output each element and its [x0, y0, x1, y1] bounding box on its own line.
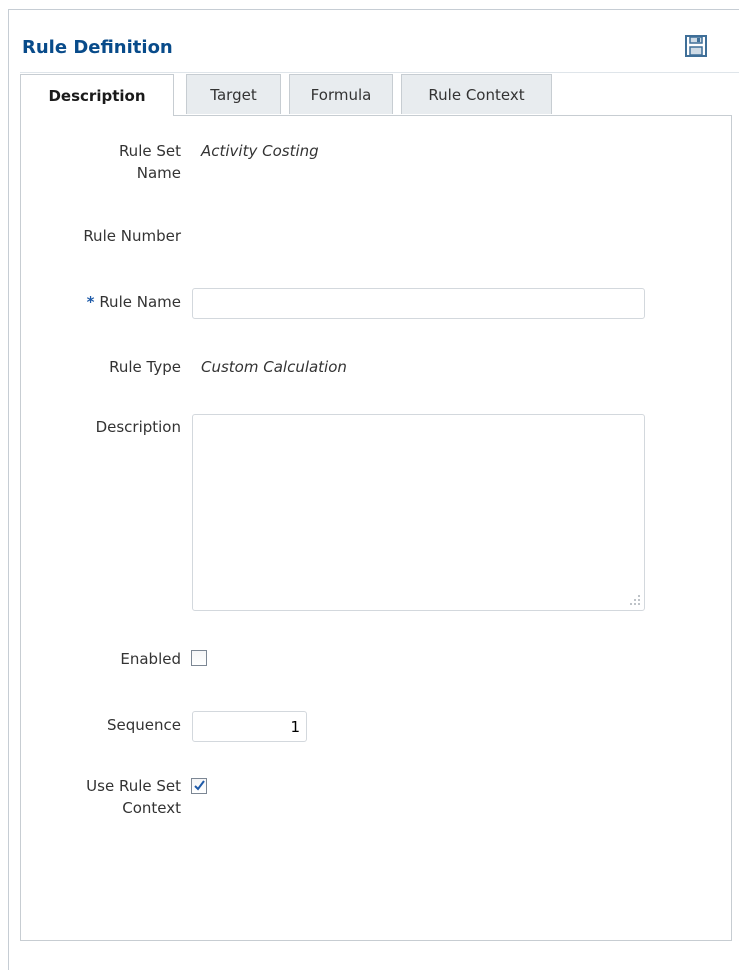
rule-set-name-label: Rule Set Name: [21, 140, 181, 184]
rule-type-value: Custom Calculation: [201, 358, 347, 376]
panel-title: Rule Definition: [22, 37, 173, 58]
description-tab-content: Rule Set Name Activity Costing Rule Numb…: [20, 115, 732, 941]
tab-bar: Description Target Formula Rule Context: [20, 74, 739, 116]
sequence-input[interactable]: [192, 711, 307, 742]
rule-name-input[interactable]: [192, 288, 645, 319]
use-rule-set-context-checkbox[interactable]: [191, 778, 207, 794]
sequence-label: Sequence: [107, 716, 181, 734]
rule-name-label-text: Rule Name: [99, 293, 181, 311]
use-rule-set-context-label-line2: Context: [122, 799, 181, 817]
save-icon[interactable]: [684, 34, 708, 58]
rule-set-name-label-line1: Rule Set: [118, 142, 181, 160]
rule-type-label: Rule Type: [109, 358, 181, 376]
tab-formula[interactable]: Formula: [289, 74, 393, 114]
enabled-label: Enabled: [120, 650, 181, 668]
panel-inner: Rule Definition Description Target Formu…: [20, 10, 739, 970]
description-textarea[interactable]: [192, 414, 645, 611]
tab-rule-context[interactable]: Rule Context: [401, 74, 552, 114]
rule-definition-panel: Rule Definition Description Target Formu…: [8, 9, 739, 970]
checkmark-icon: [194, 780, 205, 791]
required-marker: *: [86, 293, 95, 311]
resize-grip-icon[interactable]: [629, 594, 641, 606]
tab-target[interactable]: Target: [186, 74, 281, 114]
description-label: Description: [95, 418, 181, 436]
rule-set-name-label-line2: Name: [136, 164, 181, 182]
panel-header: Rule Definition: [20, 10, 739, 73]
rule-set-name-value: Activity Costing: [201, 142, 319, 160]
enabled-checkbox[interactable]: [191, 650, 207, 666]
rule-number-label: Rule Number: [83, 227, 181, 245]
tab-description[interactable]: Description: [20, 74, 174, 116]
use-rule-set-context-label: Use Rule Set Context: [21, 775, 181, 819]
rule-name-label: * Rule Name: [21, 291, 181, 313]
use-rule-set-context-label-line1: Use Rule Set: [86, 777, 181, 795]
